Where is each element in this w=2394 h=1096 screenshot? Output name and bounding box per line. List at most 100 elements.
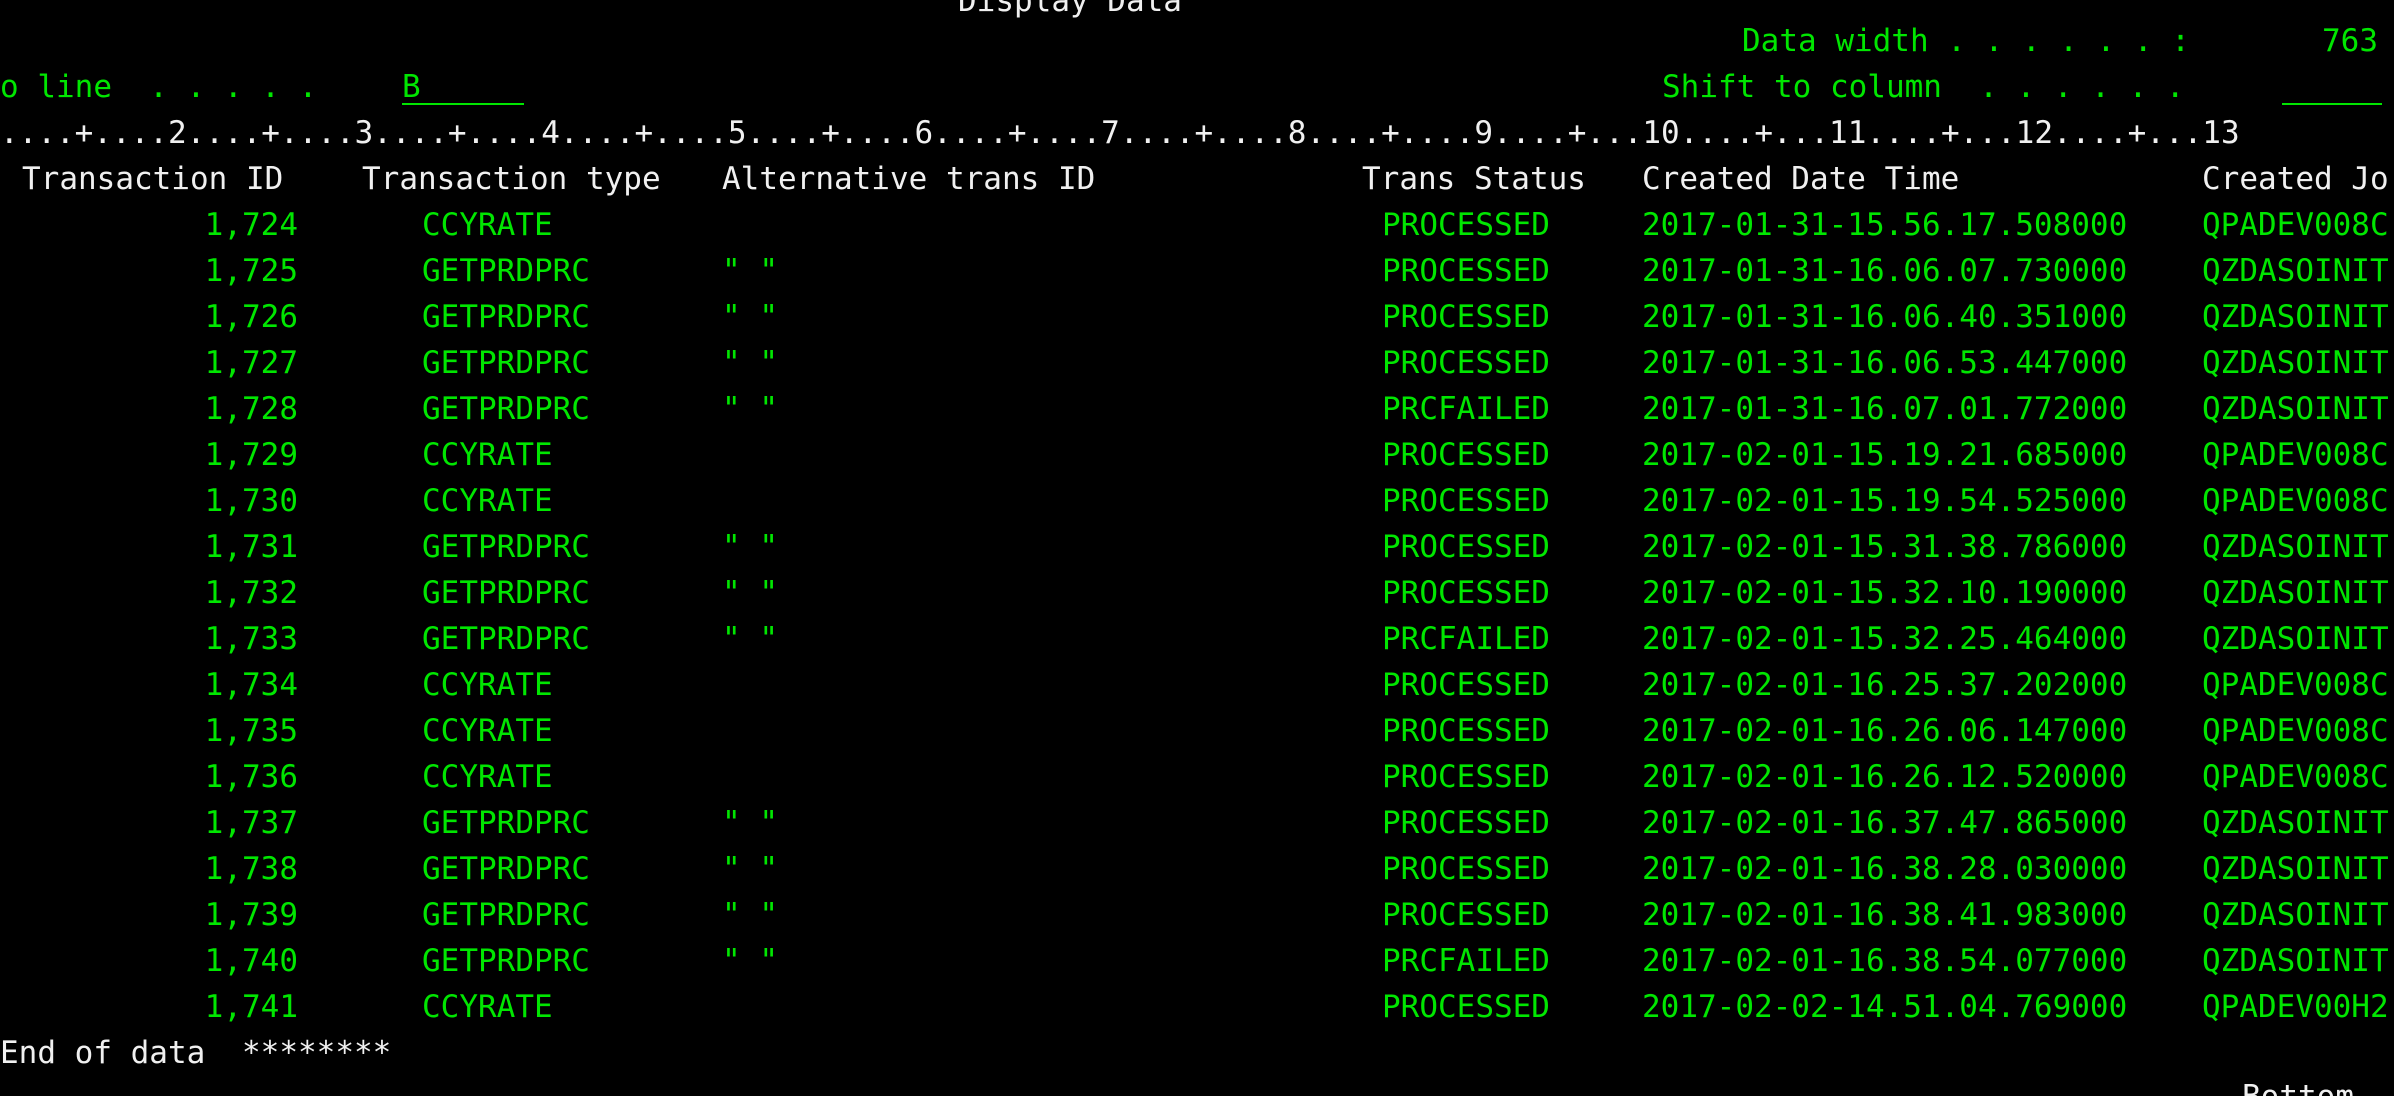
cell-trans-status: PRCFAILED xyxy=(1382,621,1550,657)
cell-created-date-time: 2017-01-31-16.07.01.772000 xyxy=(1642,391,2128,427)
cell-transaction-id: 1,724 xyxy=(204,207,298,243)
cell-alternative-trans-id: " " xyxy=(722,621,778,657)
cell-transaction-id: 1,727 xyxy=(204,345,298,381)
cell-created-date-time: 2017-02-01-15.32.10.190000 xyxy=(1642,575,2128,611)
cell-trans-status: PROCESSED xyxy=(1382,667,1550,703)
cell-alternative-trans-id: " " xyxy=(722,529,778,565)
bottom-indicator: Bottom xyxy=(2242,1074,2354,1096)
column-ruler: ....+....2....+....3....+....4....+....5… xyxy=(0,115,2240,151)
cell-transaction-type: GETPRDPRC xyxy=(422,253,590,289)
cell-transaction-id: 1,738 xyxy=(204,851,298,887)
cell-created-job: QPADEV008C xyxy=(2202,713,2389,749)
cell-transaction-type: GETPRDPRC xyxy=(422,345,590,381)
cell-transaction-type: GETPRDPRC xyxy=(422,943,590,979)
cell-transaction-type: GETPRDPRC xyxy=(422,805,590,841)
cell-alternative-trans-id: " " xyxy=(722,299,778,335)
cell-transaction-id: 1,725 xyxy=(204,253,298,289)
cell-created-date-time: 2017-01-31-16.06.40.351000 xyxy=(1642,299,2128,335)
cell-created-date-time: 2017-01-31-15.56.17.508000 xyxy=(1642,207,2128,243)
shift-column-input-underline xyxy=(2282,103,2382,105)
cell-alternative-trans-id: " " xyxy=(722,253,778,289)
cell-created-date-time: 2017-02-01-15.19.54.525000 xyxy=(1642,483,2128,519)
cell-alternative-trans-id: " " xyxy=(722,391,778,427)
cell-created-job: QZDASOINIT xyxy=(2202,299,2389,335)
header-trans-status: Trans Status xyxy=(1362,161,1586,197)
cell-transaction-type: CCYRATE xyxy=(422,759,553,795)
cell-created-job: QZDASOINIT xyxy=(2202,391,2389,427)
cell-trans-status: PROCESSED xyxy=(1382,483,1550,519)
table-row: 1,729 CCYRATE PROCESSED 2017-02-01-15.19.21… xyxy=(0,432,2394,478)
cell-created-job: QZDASOINIT xyxy=(2202,575,2389,611)
cell-created-date-time: 2017-02-01-15.19.21.685000 xyxy=(1642,437,2128,473)
cell-created-job: QPADEV008C xyxy=(2202,759,2389,795)
cell-trans-status: PROCESSED xyxy=(1382,897,1550,933)
table-row: 1,734 CCYRATE PROCESSED 2017-02-01-16.25.37… xyxy=(0,662,2394,708)
cell-transaction-id: 1,726 xyxy=(204,299,298,335)
cell-created-date-time: 2017-02-01-16.26.12.520000 xyxy=(1642,759,2128,795)
column-ruler-line: ....+....2....+....3....+....4....+....5… xyxy=(0,110,2394,156)
cell-transaction-type: CCYRATE xyxy=(422,483,553,519)
cell-transaction-type: GETPRDPRC xyxy=(422,897,590,933)
cell-transaction-type: GETPRDPRC xyxy=(422,529,590,565)
cell-trans-status: PROCESSED xyxy=(1382,713,1550,749)
cell-transaction-id: 1,732 xyxy=(204,575,298,611)
table-row: 1,726 GETPRDPRC " " PROCESSED 2017-01-31-16.… xyxy=(0,294,2394,340)
cell-transaction-id: 1,734 xyxy=(204,667,298,703)
cell-created-job: QPADEV008C xyxy=(2202,437,2389,473)
cell-transaction-type: GETPRDPRC xyxy=(422,391,590,427)
cell-created-job: QZDASOINIT xyxy=(2202,897,2389,933)
cell-created-date-time: 2017-02-01-15.31.38.786000 xyxy=(1642,529,2128,565)
table-row: 1,740 GETPRDPRC " " PRCFAILED 2017-02-01-16.… xyxy=(0,938,2394,984)
header-created-job: Created Jo xyxy=(2202,161,2389,197)
cell-transaction-type: GETPRDPRC xyxy=(422,621,590,657)
data-width-label: Data width . . . . . . : xyxy=(1742,23,2190,59)
table-row: 1,741 CCYRATE PROCESSED 2017-02-02-14.51.04… xyxy=(0,984,2394,1030)
bottom-status-line: Bottom xyxy=(0,1074,2394,1096)
table-row: 1,735 CCYRATE PROCESSED 2017-02-01-16.26.06… xyxy=(0,708,2394,754)
cell-created-date-time: 2017-02-01-15.32.25.464000 xyxy=(1642,621,2128,657)
header-created-date-time: Created Date Time xyxy=(1642,161,1960,197)
table-row: 1,733 GETPRDPRC " " PRCFAILED 2017-02-01-15.… xyxy=(0,616,2394,662)
cell-transaction-id: 1,733 xyxy=(204,621,298,657)
cell-trans-status: PROCESSED xyxy=(1382,759,1550,795)
cell-created-date-time: 2017-02-01-16.38.28.030000 xyxy=(1642,851,2128,887)
cell-alternative-trans-id: " " xyxy=(722,805,778,841)
data-width-line: Data width . . . . . . : 763 xyxy=(0,18,2394,64)
cell-transaction-type: CCYRATE xyxy=(422,713,553,749)
cell-transaction-type: CCYRATE xyxy=(422,667,553,703)
header-transaction-id: Transaction ID xyxy=(22,161,284,197)
shift-column-label: Shift to column . . . . . . xyxy=(1662,69,2185,105)
cell-transaction-id: 1,737 xyxy=(204,805,298,841)
cell-created-job: QZDASOINIT xyxy=(2202,943,2389,979)
table-header-row: Transaction ID Transaction type Alternat… xyxy=(0,156,2394,202)
cell-trans-status: PROCESSED xyxy=(1382,989,1550,1025)
cell-created-job: QPADEV008C xyxy=(2202,207,2389,243)
cell-created-job: QZDASOINIT xyxy=(2202,621,2389,657)
cell-created-job: QPADEV00H2 xyxy=(2202,989,2389,1025)
end-of-data-stars: ******** xyxy=(242,1035,392,1071)
cell-transaction-type: GETPRDPRC xyxy=(422,299,590,335)
cell-created-date-time: 2017-02-01-16.38.41.983000 xyxy=(1642,897,2128,933)
cell-trans-status: PRCFAILED xyxy=(1382,391,1550,427)
cell-alternative-trans-id: " " xyxy=(722,345,778,381)
cell-trans-status: PROCESSED xyxy=(1382,851,1550,887)
cell-created-job: QPADEV008C xyxy=(2202,667,2389,703)
cell-transaction-id: 1,735 xyxy=(204,713,298,749)
cell-transaction-id: 1,740 xyxy=(204,943,298,979)
cell-trans-status: PROCESSED xyxy=(1382,299,1550,335)
table-row: 1,736 CCYRATE PROCESSED 2017-02-01-16.26.12… xyxy=(0,754,2394,800)
cell-created-date-time: 2017-02-01-16.37.47.865000 xyxy=(1642,805,2128,841)
table-row: 1,725 GETPRDPRC " " PROCESSED 2017-01-31-16.… xyxy=(0,248,2394,294)
cell-created-job: QPADEV008C xyxy=(2202,483,2389,519)
table-row: 1,731 GETPRDPRC " " PROCESSED 2017-02-01-15.… xyxy=(0,524,2394,570)
header-alternative-trans-id: Alternative trans ID xyxy=(722,161,1096,197)
table-row: 1,732 GETPRDPRC " " PROCESSED 2017-02-01-15.… xyxy=(0,570,2394,616)
end-of-data-message: End of data xyxy=(0,1035,206,1071)
cell-created-date-time: 2017-01-31-16.06.53.447000 xyxy=(1642,345,2128,381)
position-label: o line . . . . . xyxy=(0,69,318,105)
table-row: 1,739 GETPRDPRC " " PROCESSED 2017-02-01-16.… xyxy=(0,892,2394,938)
cell-transaction-id: 1,736 xyxy=(204,759,298,795)
cell-created-job: QZDASOINIT xyxy=(2202,529,2389,565)
cell-created-job: QZDASOINIT xyxy=(2202,805,2389,841)
cell-transaction-type: GETPRDPRC xyxy=(422,851,590,887)
